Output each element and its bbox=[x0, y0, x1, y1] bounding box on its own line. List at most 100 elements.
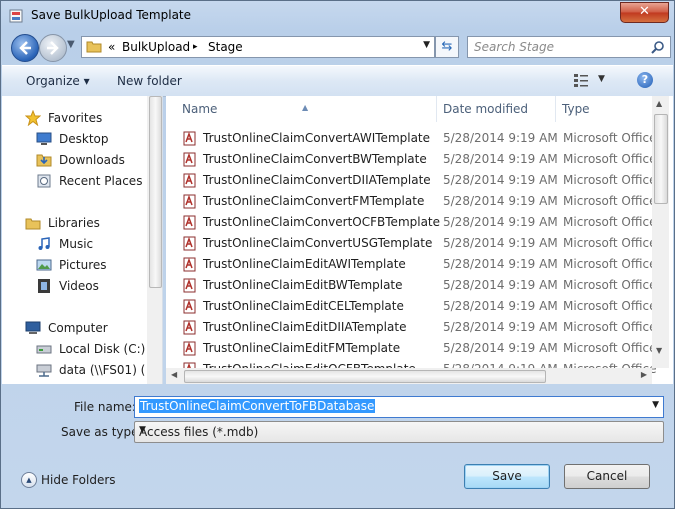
address-dropdown-icon[interactable]: ▼ bbox=[423, 40, 430, 50]
computer-icon bbox=[25, 321, 41, 334]
file-date-modified: 5/28/2014 9:19 AM bbox=[443, 320, 558, 334]
file-name: TrustOnlineClaimConvertDIIATemplate bbox=[203, 173, 431, 187]
file-row[interactable]: TrustOnlineClaimEditAWITemplate 5/28/2014… bbox=[166, 254, 656, 275]
change-view-icon[interactable] bbox=[572, 72, 590, 88]
disk-icon bbox=[36, 345, 52, 354]
nav-pane-scroll-thumb[interactable] bbox=[149, 96, 162, 288]
window-title: Save BulkUpload Template bbox=[31, 8, 192, 22]
file-row[interactable]: TrustOnlineClaimConvertOCFBTemplate 5/28/… bbox=[166, 212, 657, 233]
access-file-icon bbox=[183, 236, 196, 251]
nav-item-desktop[interactable]: Desktop bbox=[2, 129, 146, 149]
file-name: TrustOnlineClaimConvertOCFBTemplate bbox=[203, 215, 441, 229]
file-row[interactable]: TrustOnlineClaimEditDIIATemplate 5/28/201… bbox=[166, 317, 656, 338]
nav-item-computer[interactable]: Computer bbox=[2, 318, 146, 338]
file-list-vertical-scrollbar[interactable]: ▲ ▼ bbox=[652, 96, 669, 368]
access-file-icon bbox=[183, 173, 196, 188]
nav-item-favorites[interactable]: Favorites bbox=[2, 108, 146, 128]
nav-item-pictures[interactable]: Pictures bbox=[2, 255, 146, 275]
music-icon bbox=[38, 237, 50, 250]
file-row[interactable]: TrustOnlineClaimEditCELTemplate 5/28/2014… bbox=[166, 296, 656, 317]
file-name-dropdown-icon[interactable]: ▼ bbox=[652, 400, 659, 410]
save-as-type-select[interactable]: Access files (*.mdb) ▼ bbox=[134, 421, 664, 443]
nav-item-recent-places[interactable]: Recent Places bbox=[2, 171, 146, 191]
breadcrumb-stage[interactable]: Stage bbox=[208, 40, 243, 54]
file-date-modified: 5/28/2014 9:19 AM bbox=[443, 236, 558, 250]
nav-item-videos[interactable]: Videos bbox=[2, 276, 146, 296]
access-file-icon bbox=[183, 215, 196, 230]
network-drive-icon bbox=[36, 364, 52, 377]
scroll-left-icon[interactable]: ◀ bbox=[171, 370, 177, 379]
file-row[interactable]: TrustOnlineClaimConvertAWITemplate 5/28/2… bbox=[166, 128, 656, 149]
address-bar[interactable]: « BulkUpload ▸ Stage ▼ bbox=[81, 36, 435, 58]
nav-item-libraries[interactable]: Libraries bbox=[2, 213, 146, 233]
file-name: TrustOnlineClaimConvertBWTemplate bbox=[203, 152, 427, 166]
nav-item-data-fs01-g[interactable]: data (\\FS01) (G: bbox=[2, 360, 146, 380]
recent-locations-dropdown[interactable]: ▼ bbox=[67, 39, 79, 53]
save-button[interactable]: Save bbox=[464, 464, 550, 489]
search-input[interactable]: Search Stage bbox=[467, 36, 671, 58]
scroll-down-icon[interactable]: ▼ bbox=[656, 346, 662, 355]
hide-folders-label: Hide Folders bbox=[41, 473, 116, 487]
hide-folders-button[interactable]: ▲ Hide Folders bbox=[21, 471, 131, 489]
folder-icon bbox=[86, 41, 102, 53]
path-overflow-chevron[interactable]: « bbox=[108, 40, 115, 54]
column-header-name[interactable]: Name ▲ bbox=[166, 96, 437, 122]
nav-item-label: Music bbox=[59, 237, 94, 251]
forward-button[interactable] bbox=[39, 34, 67, 62]
breadcrumb-separator-icon[interactable]: ▸ bbox=[193, 42, 198, 52]
file-list-hscroll-thumb[interactable] bbox=[184, 370, 546, 383]
nav-item-local-disk-c[interactable]: Local Disk (C:) bbox=[2, 339, 146, 359]
nav-item-label: Computer bbox=[48, 321, 108, 335]
file-row[interactable]: TrustOnlineClaimEditBWTemplate 5/28/2014 … bbox=[166, 275, 656, 296]
file-name-input[interactable]: TrustOnlineClaimConvertToFBDatabase ▼ bbox=[134, 396, 664, 418]
file-row[interactable]: TrustOnlineClaimConvertBWTemplate 5/28/20… bbox=[166, 149, 657, 170]
new-folder-button[interactable]: New folder bbox=[117, 74, 182, 88]
nav-item-downloads[interactable]: Downloads bbox=[2, 150, 146, 170]
file-row[interactable]: TrustOnlineClaimConvertDIIATemplate 5/28/… bbox=[166, 170, 656, 191]
scroll-up-icon[interactable]: ▲ bbox=[656, 99, 662, 108]
column-header-type[interactable]: Type bbox=[556, 96, 652, 122]
file-type: Microsoft Office bbox=[563, 152, 657, 166]
search-icon bbox=[651, 41, 664, 54]
access-file-icon bbox=[183, 299, 196, 314]
refresh-button[interactable]: ⇆ bbox=[435, 36, 459, 58]
file-type: Microsoft Office bbox=[563, 341, 657, 355]
forward-arrow-icon bbox=[47, 41, 59, 55]
nav-item-label: Local Disk (C:) bbox=[59, 342, 146, 356]
file-row[interactable]: TrustOnlineClaimConvertUSGTemplate 5/28/2… bbox=[166, 233, 656, 254]
scroll-right-icon[interactable]: ▶ bbox=[641, 370, 647, 379]
cancel-button[interactable]: Cancel bbox=[564, 464, 650, 489]
videos-icon bbox=[38, 279, 50, 293]
access-file-icon bbox=[183, 194, 196, 209]
refresh-icon: ⇆ bbox=[441, 39, 453, 54]
file-name: TrustOnlineClaimEditFMTemplate bbox=[203, 341, 401, 355]
access-file-icon bbox=[183, 320, 196, 335]
file-row[interactable]: TrustOnlineClaimEditFMTemplate 5/28/2014 … bbox=[166, 338, 657, 359]
nav-item-music[interactable]: Music bbox=[2, 234, 146, 254]
column-header-date-modified[interactable]: Date modified bbox=[437, 96, 556, 122]
recent-places-icon bbox=[37, 174, 51, 188]
file-date-modified: 5/28/2014 9:19 AM bbox=[443, 257, 558, 271]
close-button[interactable]: ✕ bbox=[620, 2, 669, 23]
file-row[interactable]: TrustOnlineClaimConvertFMTemplate 5/28/20… bbox=[166, 191, 656, 212]
nav-item-label: Favorites bbox=[48, 111, 103, 125]
view-options-dropdown-icon[interactable]: ▼ bbox=[598, 74, 605, 84]
nav-pane-scrollbar[interactable] bbox=[147, 96, 162, 384]
nav-item-label: Desktop bbox=[59, 132, 109, 146]
nav-item-label: data (\\FS01) (G: bbox=[59, 363, 146, 377]
nav-item-label: Recent Places bbox=[59, 174, 143, 188]
star-icon bbox=[25, 110, 41, 126]
file-date-modified: 5/28/2014 9:19 AM bbox=[443, 152, 558, 166]
file-list: Name ▲ Date modified Type TrustOnlineClai… bbox=[166, 96, 673, 384]
file-name: TrustOnlineClaimEditCELTemplate bbox=[203, 299, 404, 313]
file-list-horizontal-scrollbar[interactable]: ◀ ▶ bbox=[166, 368, 652, 384]
back-button[interactable] bbox=[11, 34, 39, 62]
help-icon[interactable]: ? bbox=[637, 72, 653, 88]
navigation-bar: ▼ « BulkUpload ▸ Stage ▼ ⇆ Search Stage bbox=[7, 33, 671, 62]
breadcrumb-bulkupload[interactable]: BulkUpload bbox=[122, 40, 190, 54]
file-list-vscroll-thumb[interactable] bbox=[654, 114, 668, 204]
title-bar: Save BulkUpload Template ✕ bbox=[1, 1, 674, 31]
nav-item-label: Downloads bbox=[59, 153, 125, 167]
organize-button[interactable]: Organize ▾ bbox=[26, 74, 90, 88]
file-type: Microsoft Office bbox=[563, 215, 657, 229]
